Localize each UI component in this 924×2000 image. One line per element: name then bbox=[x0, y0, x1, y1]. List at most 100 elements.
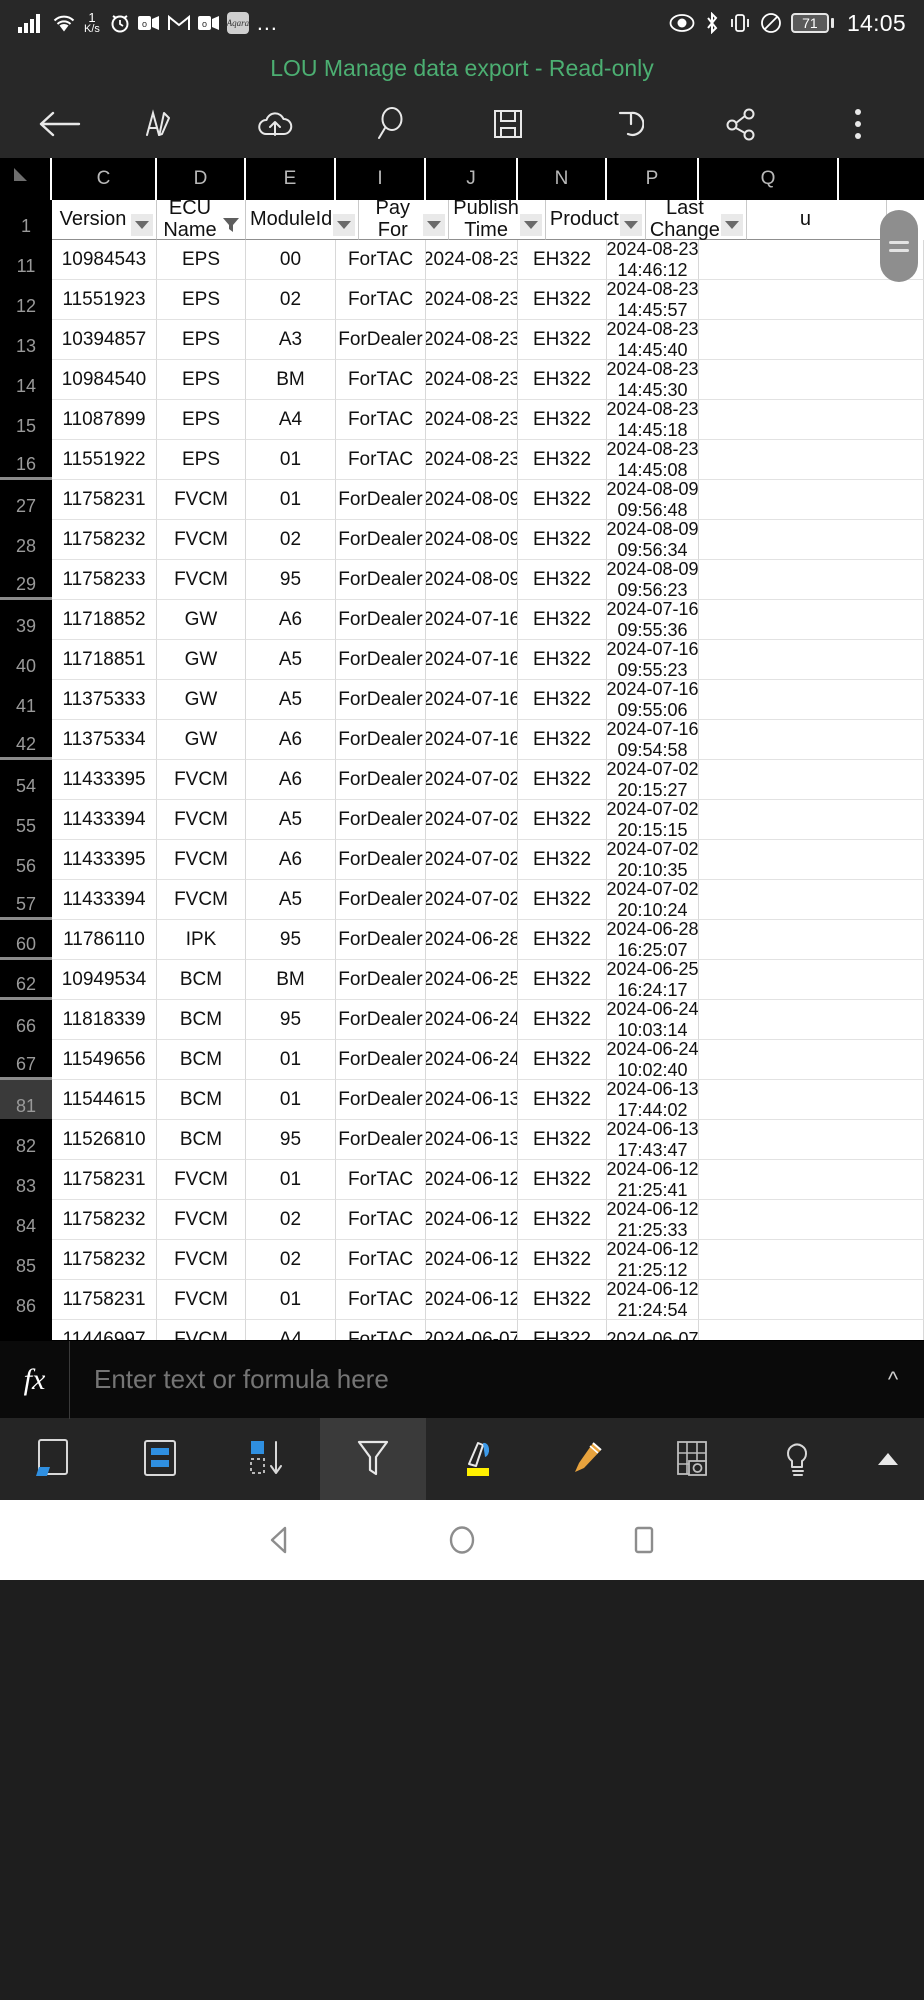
cell-module[interactable]: 01 bbox=[246, 1160, 336, 1200]
cell-module[interactable]: A6 bbox=[246, 600, 336, 640]
row-header[interactable]: 41 bbox=[0, 680, 52, 720]
cell-product[interactable]: EH322 bbox=[518, 1160, 607, 1200]
cell-publish[interactable]: 2024-07-16 bbox=[426, 680, 518, 720]
column-header-c[interactable]: C bbox=[52, 158, 157, 200]
cell-publish[interactable]: 2024-06-12 bbox=[426, 1240, 518, 1280]
row-header[interactable]: 81 bbox=[0, 1080, 52, 1120]
cell-payfor[interactable]: ForDealer bbox=[336, 960, 426, 1000]
cell-overflow[interactable] bbox=[699, 1240, 924, 1280]
cell-module[interactable]: 02 bbox=[246, 1240, 336, 1280]
back-arrow-icon[interactable] bbox=[0, 108, 118, 140]
cell-version[interactable]: 11758231 bbox=[52, 480, 157, 520]
cell-ecu[interactable]: FVCM bbox=[157, 1240, 246, 1280]
cell-payfor[interactable]: ForTAC bbox=[336, 1320, 426, 1340]
cell-ecu[interactable]: FVCM bbox=[157, 1280, 246, 1320]
cell-publish[interactable]: 2024-07-02 bbox=[426, 880, 518, 920]
cell-publish[interactable]: 2024-07-02 bbox=[426, 840, 518, 880]
row-header[interactable]: 16 bbox=[0, 440, 52, 480]
cell-version[interactable]: 11818339 bbox=[52, 1000, 157, 1040]
cell-payfor[interactable]: ForTAC bbox=[336, 400, 426, 440]
cell-payfor[interactable]: ForDealer bbox=[336, 880, 426, 920]
formula-input[interactable] bbox=[70, 1364, 862, 1395]
cell-payfor[interactable]: ForTAC bbox=[336, 1200, 426, 1240]
row-header[interactable]: 85 bbox=[0, 1240, 52, 1280]
cell-payfor[interactable]: ForDealer bbox=[336, 1040, 426, 1080]
chevron-up-icon[interactable]: ^ bbox=[862, 1367, 924, 1393]
cell-last-change[interactable]: 2024-07-02 20:15:15 bbox=[607, 800, 699, 840]
cell-overflow[interactable] bbox=[699, 600, 924, 640]
cell-product[interactable]: EH322 bbox=[518, 680, 607, 720]
cell-publish[interactable]: 2024-06-12 bbox=[426, 1160, 518, 1200]
row-header[interactable]: 27 bbox=[0, 480, 52, 520]
cell-overflow[interactable] bbox=[699, 280, 924, 320]
cell-version[interactable]: 11446997 bbox=[52, 1320, 157, 1340]
cell-last-change[interactable]: 2024-08-09 09:56:48 bbox=[607, 480, 699, 520]
cell-ecu[interactable]: FVCM bbox=[157, 1160, 246, 1200]
cell-module[interactable]: A5 bbox=[246, 800, 336, 840]
cell-ecu[interactable]: FVCM bbox=[157, 560, 246, 600]
cell-overflow[interactable] bbox=[699, 800, 924, 840]
filter-dropdown-icon[interactable] bbox=[519, 214, 542, 236]
cell-overflow[interactable] bbox=[699, 680, 924, 720]
cell-publish[interactable]: 2024-06-07 bbox=[426, 1320, 518, 1340]
cell-publish[interactable]: 2024-06-28 bbox=[426, 920, 518, 960]
cell-product[interactable]: EH322 bbox=[518, 1120, 607, 1160]
cell-ecu[interactable]: GW bbox=[157, 640, 246, 680]
cell-product[interactable]: EH322 bbox=[518, 640, 607, 680]
cell-last-change[interactable]: 2024-07-16 09:55:06 bbox=[607, 680, 699, 720]
cell-payfor[interactable]: ForDealer bbox=[336, 800, 426, 840]
cell-ecu[interactable]: EPS bbox=[157, 360, 246, 400]
cell-product[interactable]: EH322 bbox=[518, 1280, 607, 1320]
cell-product[interactable]: EH322 bbox=[518, 560, 607, 600]
cell-ecu[interactable]: EPS bbox=[157, 320, 246, 360]
row-header[interactable]: 57 bbox=[0, 880, 52, 920]
sort-icon[interactable] bbox=[213, 1418, 320, 1500]
cell-product[interactable]: EH322 bbox=[518, 1040, 607, 1080]
table-row[interactable]: 11446997 FVCM A4 ForTAC 2024-06-07 EH322 2024-… bbox=[0, 1320, 924, 1340]
table-row[interactable]: 16 11551922 EPS 01 ForTAC 2024-08-23 EH322 2024… bbox=[0, 440, 924, 480]
column-header-n[interactable]: N bbox=[518, 158, 607, 200]
cell-version[interactable]: 11758232 bbox=[52, 1200, 157, 1240]
row-header[interactable]: 1 bbox=[0, 200, 52, 240]
cell-module[interactable]: A4 bbox=[246, 400, 336, 440]
cell-ecu[interactable]: FVCM bbox=[157, 840, 246, 880]
cell-last-change[interactable]: 2024-07-02 20:15:27 bbox=[607, 760, 699, 800]
cell-module[interactable]: 02 bbox=[246, 1200, 336, 1240]
row-header[interactable]: 56 bbox=[0, 840, 52, 880]
cell-overflow[interactable] bbox=[699, 1000, 924, 1040]
cell-payfor[interactable]: ForDealer bbox=[336, 560, 426, 600]
cell-version[interactable]: 11551922 bbox=[52, 440, 157, 480]
cell-overflow[interactable] bbox=[699, 320, 924, 360]
cell-module[interactable]: 95 bbox=[246, 1000, 336, 1040]
cell-last-change[interactable]: 2024-07-16 09:55:23 bbox=[607, 640, 699, 680]
table-row[interactable]: 57 11433394 FVCM A5 ForDealer 2024-07-02 EH322… bbox=[0, 880, 924, 920]
cell-module[interactable]: 95 bbox=[246, 560, 336, 600]
row-header[interactable]: 84 bbox=[0, 1200, 52, 1240]
cell-module[interactable]: 01 bbox=[246, 480, 336, 520]
cell-ecu[interactable]: EPS bbox=[157, 280, 246, 320]
cell-ecu[interactable]: FVCM bbox=[157, 1320, 246, 1340]
more-vertical-icon[interactable] bbox=[818, 90, 898, 158]
cell-version[interactable]: 11758232 bbox=[52, 1240, 157, 1280]
cell-product[interactable]: EH322 bbox=[518, 440, 607, 480]
cell-module[interactable]: 95 bbox=[246, 920, 336, 960]
cell-ecu[interactable]: FVCM bbox=[157, 520, 246, 560]
table-row[interactable]: 11 10984543 EPS 00 ForTAC 2024-08-23 EH322 2024… bbox=[0, 240, 924, 280]
cell-payfor[interactable]: ForDealer bbox=[336, 600, 426, 640]
cell-publish[interactable]: 2024-06-12 bbox=[426, 1200, 518, 1240]
formula-bar[interactable]: fx ^ bbox=[0, 1340, 924, 1419]
cell-last-change[interactable]: 2024-08-09 09:56:34 bbox=[607, 520, 699, 560]
cell-last-change[interactable]: 2024-08-23 14:45:30 bbox=[607, 360, 699, 400]
cell-publish[interactable]: 2024-08-23 bbox=[426, 320, 518, 360]
row-header[interactable]: 39 bbox=[0, 600, 52, 640]
cell-payfor[interactable]: ForDealer bbox=[336, 920, 426, 960]
table-row[interactable]: 15 11087899 EPS A4 ForTAC 2024-08-23 EH322 2024… bbox=[0, 400, 924, 440]
table-row[interactable]: 83 11758231 FVCM 01 ForTAC 2024-06-12 EH322 202… bbox=[0, 1160, 924, 1200]
table-row[interactable]: 82 11526810 BCM 95 ForDealer 2024-06-13 EH322 2… bbox=[0, 1120, 924, 1160]
row-header[interactable]: 28 bbox=[0, 520, 52, 560]
table-row[interactable]: 13 10394857 EPS A3 ForDealer 2024-08-23 EH322 2… bbox=[0, 320, 924, 360]
cell-payfor[interactable]: ForDealer bbox=[336, 840, 426, 880]
cell-overflow[interactable] bbox=[699, 640, 924, 680]
cell-ecu[interactable]: EPS bbox=[157, 400, 246, 440]
cell-payfor[interactable]: ForDealer bbox=[336, 320, 426, 360]
